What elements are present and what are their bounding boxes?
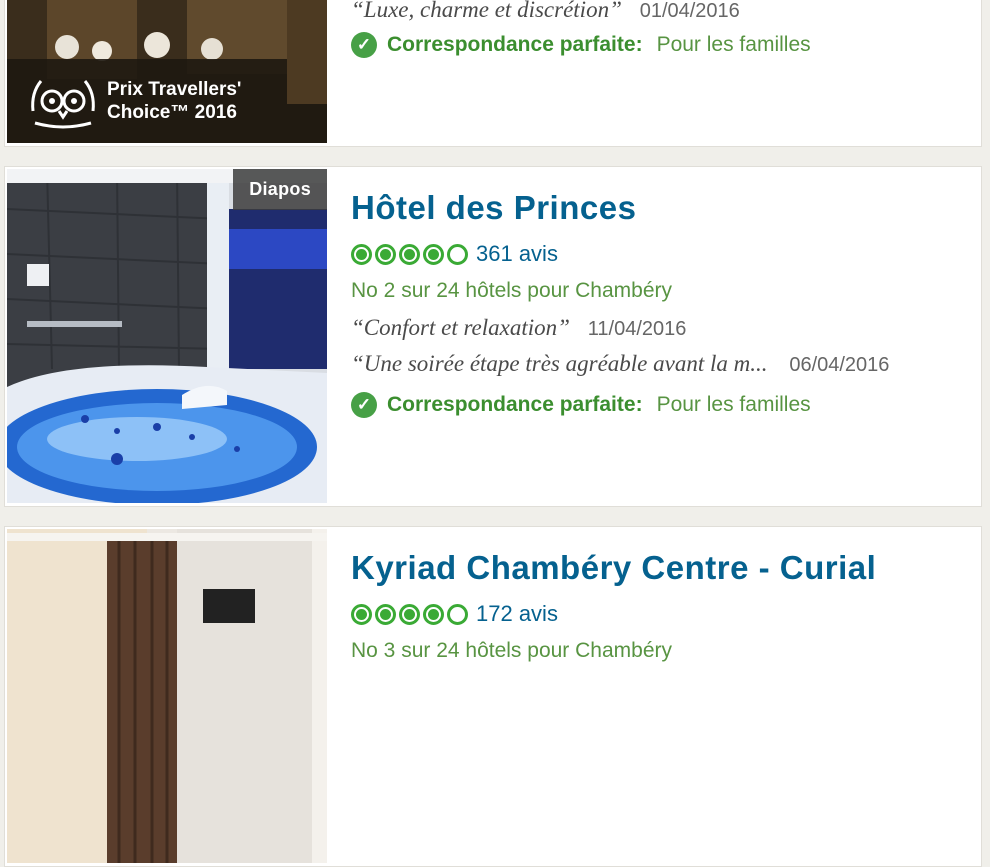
hotel-title[interactable]: Hôtel des Princes [351, 189, 636, 227]
match-row: ✓ Correspondance parfaite: Pour les fami… [351, 392, 811, 418]
match-row: ✓ Correspondance parfaite: Pour les fami… [351, 32, 811, 58]
rating-bubble-icon [423, 243, 444, 265]
review-date: 11/04/2016 [587, 318, 687, 340]
match-value: Pour les familles [656, 33, 811, 56]
hotel-photo[interactable] [7, 529, 327, 863]
rating-row: 361 avis [351, 239, 558, 269]
rating-row: 172 avis [351, 599, 558, 629]
rating-bubble-icon [375, 603, 396, 625]
bubble-rating [351, 603, 468, 625]
review-quote[interactable]: “Luxe, charme et discrétion” [351, 0, 622, 22]
hotel-listing-card: Diapos Hôtel des Princes 361 avis No 2 s… [4, 166, 982, 507]
rating-bubble-icon [447, 243, 468, 265]
ranking-text: No 3 sur 24 hôtels pour Chambéry [351, 639, 672, 662]
award-line-1: Prix Travellers' [107, 79, 242, 100]
award-line-2: Choice™ 2016 [107, 102, 237, 123]
review-snippet[interactable]: “Luxe, charme et discrétion” 01/04/2016 [351, 0, 740, 23]
review-quote[interactable]: “Une soirée étape très agréable avant la… [351, 351, 767, 376]
review-quote[interactable]: “Confort et relaxation” [351, 315, 570, 340]
rating-bubble-icon [399, 603, 420, 625]
hotel-listing-card: Kyriad Chambéry Centre - Curial 172 avis… [4, 526, 982, 867]
review-snippet[interactable]: “Une soirée étape très agréable avant la… [351, 351, 889, 377]
travellers-choice-award: Prix Travellers' Choice™ 2016 [27, 71, 241, 131]
rating-bubble-icon [375, 243, 396, 265]
hotel-photo[interactable]: Prix Travellers' Choice™ 2016 [7, 0, 327, 143]
hotel-photo[interactable]: Diapos [7, 169, 327, 503]
hotel-title[interactable]: Kyriad Chambéry Centre - Curial [351, 549, 876, 587]
ranking-text: No 2 sur 24 hôtels pour Chambéry [351, 279, 672, 302]
bubble-rating [351, 243, 468, 265]
rating-bubble-icon [447, 603, 468, 625]
hotel-listing-card: Prix Travellers' Choice™ 2016 “Luxe, cha… [4, 0, 982, 147]
match-label: Correspondance parfaite: [387, 33, 643, 56]
review-date: 01/04/2016 [639, 0, 740, 22]
rating-bubble-icon [351, 603, 372, 625]
tripadvisor-owl-icon [31, 80, 95, 129]
match-value: Pour les familles [656, 393, 811, 416]
review-count-link[interactable]: 361 avis [476, 241, 558, 267]
rating-bubble-icon [423, 603, 444, 625]
match-label: Correspondance parfaite: [387, 393, 643, 416]
check-circle-icon: ✓ [351, 392, 377, 418]
slideshow-badge[interactable]: Diapos [233, 169, 327, 210]
review-snippet[interactable]: “Confort et relaxation” 11/04/2016 [351, 315, 686, 341]
review-count-link[interactable]: 172 avis [476, 601, 558, 627]
rating-bubble-icon [351, 243, 372, 265]
check-circle-icon: ✓ [351, 32, 377, 58]
review-date: 06/04/2016 [789, 354, 890, 376]
rating-bubble-icon [399, 243, 420, 265]
